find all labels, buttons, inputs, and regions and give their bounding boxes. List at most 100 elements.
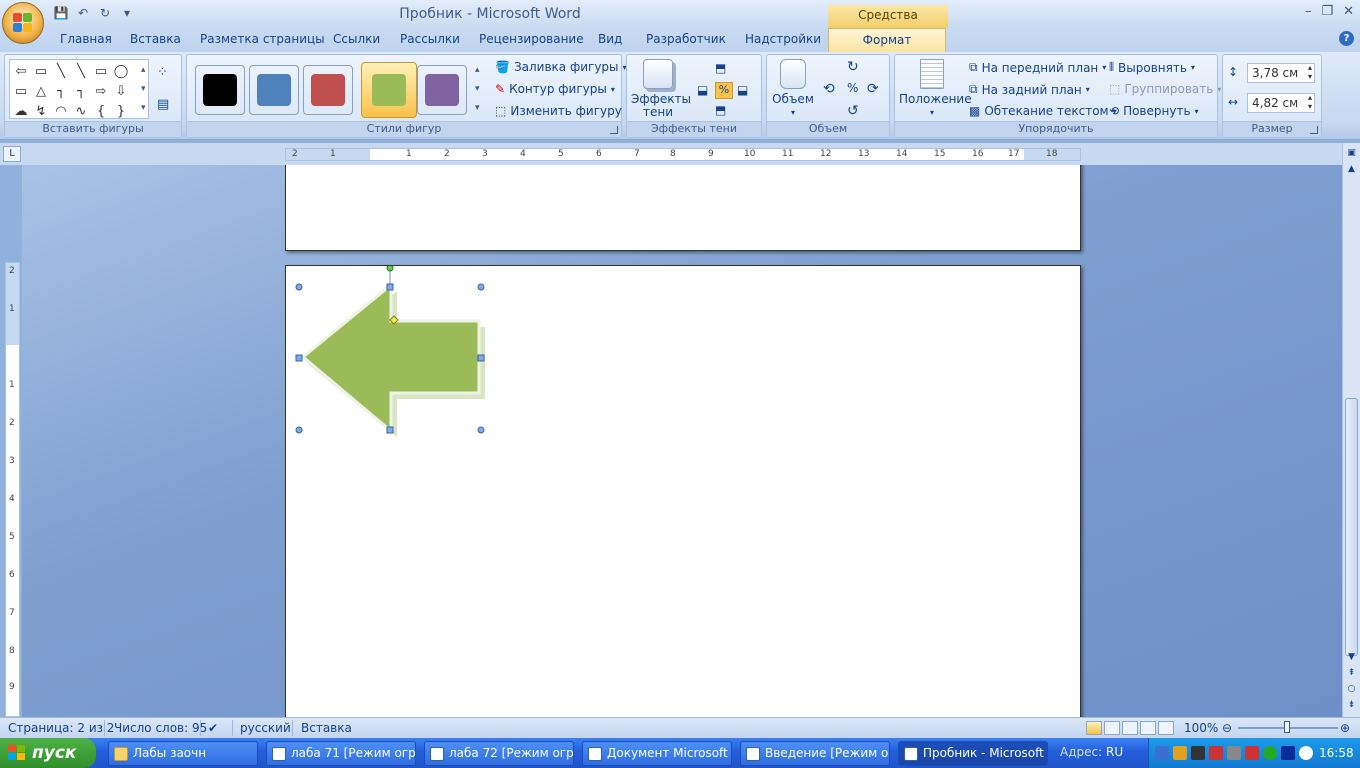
shape-left-arrow-icon[interactable]: ⇦ [11, 61, 31, 81]
style-swatch-purple[interactable] [417, 65, 467, 115]
antivirus-icon[interactable] [1209, 746, 1223, 760]
page-1[interactable] [285, 165, 1081, 251]
shape-lightning-icon[interactable]: ↯ [31, 101, 51, 121]
scrollbar-thumb[interactable] [1345, 398, 1358, 656]
word-count[interactable]: Число слов: 95 [114, 721, 207, 735]
shape-left-brace-icon[interactable]: { [91, 101, 111, 121]
zoom-level[interactable]: 100% [1184, 721, 1218, 735]
text-wrap-button[interactable]: ▩ Обтекание текстом ▾ [969, 104, 1117, 118]
draft-view-icon[interactable] [1158, 721, 1174, 735]
task-button-labs-folder[interactable]: Лабы заочн [108, 741, 258, 766]
gallery-scroll-icon[interactable]: ▴ ▾ ▾ [141, 61, 146, 118]
shadow-effects-button[interactable]: Эффекты тени [631, 59, 691, 119]
tilt-down-icon[interactable]: ↺ [847, 103, 859, 119]
task-button-laba72[interactable]: лаба 72 [Режим огр... [424, 741, 574, 766]
shape-triangle-icon[interactable]: △ [31, 81, 51, 101]
dialog-launcher-icon[interactable] [1310, 126, 1318, 134]
minimize-button[interactable]: – [1305, 4, 1312, 19]
vertical-scrollbar[interactable]: ▣ ▲ ▼ ⇞ ○ ⇟ [1342, 143, 1360, 717]
insert-mode-indicator[interactable]: Вставка [301, 721, 352, 735]
shape-outline-button[interactable]: ✎ Контур фигуры ▾ [495, 82, 615, 96]
align-button[interactable]: ⫴ Выровнять ▾ [1109, 60, 1195, 75]
nudge-shadow-right-icon[interactable]: ⬓ [737, 83, 748, 97]
style-swatch-black[interactable] [195, 65, 245, 115]
outline-view-icon[interactable] [1140, 721, 1156, 735]
shape-line-arrow-icon[interactable]: ╲ [71, 61, 91, 81]
start-button[interactable]: пуск [0, 738, 96, 768]
shape-down-arrow-icon[interactable]: ⇩ [111, 81, 131, 101]
page-2[interactable] [285, 265, 1081, 717]
address-label[interactable]: Адрес: [1060, 745, 1102, 759]
browse-object-icon[interactable]: ○ [1345, 683, 1358, 696]
office-button[interactable] [2, 2, 44, 44]
tab-insert[interactable]: Вставка [130, 32, 181, 46]
shape-arc-icon[interactable]: ◠ [51, 101, 71, 121]
resize-handle[interactable] [477, 283, 485, 291]
tab-addins[interactable]: Надстройки [745, 32, 821, 46]
shape-oval-icon[interactable]: ◯ [111, 61, 131, 81]
full-screen-reading-icon[interactable] [1104, 721, 1120, 735]
shape-right-arrow-icon[interactable]: ⇨ [91, 81, 111, 101]
zoom-out-icon[interactable]: ⊖ [1222, 721, 1232, 735]
media-player-icon[interactable] [1281, 746, 1295, 760]
shape-height-input[interactable]: 3,78 см [1247, 63, 1315, 83]
vertical-ruler[interactable]: 2 1 1 2 3 4 5 6 7 8 9 [5, 262, 20, 717]
tilt-right-icon[interactable]: ⟳ [867, 81, 879, 97]
spelling-check-icon[interactable]: ✔ [208, 721, 218, 735]
nudge-shadow-up-icon[interactable]: ⬒ [715, 61, 726, 75]
network-icon[interactable] [1155, 746, 1169, 760]
help-icon[interactable]: ? [1339, 31, 1354, 46]
clock[interactable]: 16:58 [1319, 746, 1354, 760]
ruler-toggle-icon[interactable]: ▣ [1345, 147, 1358, 160]
edit-shape-icon[interactable]: ⁘ [157, 65, 168, 80]
shape-width-input[interactable]: 4,82 см [1247, 93, 1315, 113]
position-button[interactable]: Положение ▾ [899, 59, 972, 119]
3d-toggle-icon[interactable]: % [847, 81, 858, 95]
style-swatch-red[interactable] [303, 65, 353, 115]
shape-line-icon[interactable]: ╲ [51, 61, 71, 81]
rotation-handle[interactable] [386, 266, 394, 272]
tab-developer[interactable]: Разработчик [646, 32, 726, 46]
resize-handle[interactable] [477, 426, 485, 434]
language-indicator[interactable]: русский [240, 721, 291, 735]
zoom-in-icon[interactable]: ⊕ [1340, 721, 1350, 735]
task-button-laba71[interactable]: лаба 71 [Режим огр... [266, 741, 416, 766]
zoom-slider[interactable] [1238, 721, 1338, 733]
tilt-left-icon[interactable]: ⟲ [823, 81, 835, 97]
dialog-launcher-icon[interactable] [610, 126, 618, 134]
restore-button[interactable]: ❐ [1321, 4, 1333, 19]
web-layout-icon[interactable] [1122, 721, 1138, 735]
tray-app-icon[interactable] [1191, 746, 1205, 760]
draw-textbox-icon[interactable]: ▤ [157, 97, 169, 112]
page-count[interactable]: Страница: 2 из 2 [8, 721, 114, 735]
tab-view[interactable]: Вид [598, 32, 622, 46]
next-page-icon[interactable]: ⇟ [1345, 699, 1358, 712]
prev-page-icon[interactable]: ⇞ [1345, 667, 1358, 680]
shape-rectangle-icon[interactable]: ▭ [91, 61, 111, 81]
shape-fill-button[interactable]: 🪣 Заливка фигуры ▾ [495, 60, 627, 74]
rotate-button[interactable]: ⟲ Повернуть ▾ [1109, 104, 1199, 118]
left-arrow-shape[interactable] [300, 281, 481, 435]
send-to-back-button[interactable]: ⧉ На задний план ▾ [969, 82, 1090, 97]
style-swatch-green[interactable] [361, 62, 417, 118]
zoom-slider-thumb[interactable] [1284, 721, 1290, 733]
tab-page-layout[interactable]: Разметка страницы [200, 32, 325, 46]
keyboard-language[interactable]: RU [1106, 745, 1123, 759]
tray-app-icon[interactable] [1227, 746, 1241, 760]
scroll-down-icon[interactable]: ▼ [1345, 651, 1358, 664]
print-layout-view-icon[interactable] [1086, 721, 1102, 735]
tab-review[interactable]: Рецензирование [479, 32, 584, 46]
resize-handle[interactable] [386, 426, 394, 434]
shape-elbow-connector-icon[interactable]: ┐ [51, 81, 71, 101]
tab-format[interactable]: Формат [828, 28, 946, 52]
style-swatch-blue[interactable] [249, 65, 299, 115]
shadow-toggle-icon[interactable]: % [715, 82, 733, 99]
tray-app-icon[interactable] [1299, 746, 1313, 760]
tray-app-icon[interactable] [1245, 746, 1259, 760]
bring-to-front-button[interactable]: ⧉ На передний план ▾ [969, 60, 1106, 75]
task-button-probnik[interactable]: Пробник - Microsoft ... [898, 741, 1048, 766]
scroll-up-icon[interactable]: ▲ [1345, 163, 1358, 176]
nudge-shadow-down-icon[interactable]: ⬒ [715, 103, 726, 117]
resize-handle[interactable] [295, 354, 303, 362]
shape-right-brace-icon[interactable]: } [111, 101, 131, 121]
